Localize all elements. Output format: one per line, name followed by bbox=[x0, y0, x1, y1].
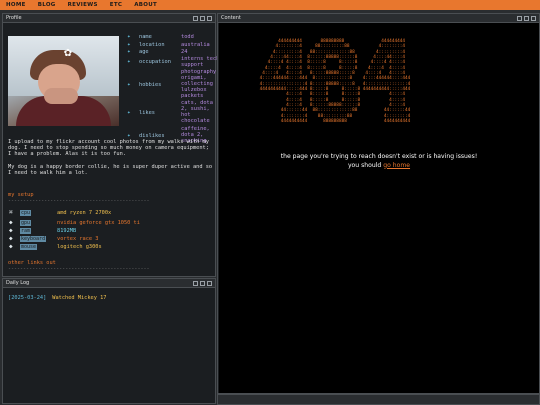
divider: ----------------------------------------… bbox=[8, 199, 150, 204]
maximize-button[interactable] bbox=[200, 280, 205, 286]
close-button[interactable] bbox=[207, 15, 212, 21]
log-date: [2025-03-24] bbox=[8, 295, 47, 301]
field-value-occupation: interns tech support bbox=[181, 56, 220, 68]
content-area: 444444444 888888888 444444444 4::::::::4… bbox=[219, 23, 539, 393]
top-nav: HOME BLOG REVIEWS ETC ABOUT bbox=[0, 0, 540, 10]
content-panel: Content 444444444 888888888 444444444 4:… bbox=[217, 13, 540, 394]
go-home-link[interactable]: go home bbox=[383, 162, 410, 169]
divider: ----------------------------------------… bbox=[8, 267, 150, 272]
maximize-button[interactable] bbox=[524, 15, 529, 21]
bullet-icon: ✦ bbox=[127, 58, 131, 65]
keyboard-icon: ◆ bbox=[9, 235, 13, 242]
ram-icon: ◆ bbox=[9, 227, 13, 234]
error-message: the page you're trying to reach doesn't … bbox=[219, 153, 539, 170]
bullet-icon: ✦ bbox=[127, 33, 131, 40]
error-message-prefix: you should bbox=[347, 161, 382, 169]
field-label-likes: likes bbox=[139, 110, 155, 116]
other-links-heading[interactable]: other links out bbox=[8, 260, 56, 266]
setup-value-mouse: logitech g300s bbox=[57, 244, 102, 250]
field-value-hobbies: photography, origami, collecting lulzebo… bbox=[181, 69, 220, 99]
minimize-button[interactable] bbox=[517, 15, 522, 21]
profile-photo: ✿ bbox=[8, 36, 119, 126]
close-button[interactable] bbox=[207, 280, 212, 286]
daily-log-title: Daily Log bbox=[6, 280, 30, 286]
field-label-occupation: occupation bbox=[139, 59, 171, 65]
gpu-icon: ◆ bbox=[9, 219, 13, 226]
field-value-name: todd bbox=[181, 34, 194, 40]
content-title: Content bbox=[221, 15, 241, 21]
setup-value-keyboard: vortex race 3 bbox=[57, 236, 99, 242]
profile-title: Profile bbox=[6, 15, 22, 21]
daily-log-panel: Daily Log [2025-03-24] Watched Mickey 17 bbox=[2, 278, 216, 404]
minimize-button[interactable] bbox=[193, 15, 198, 21]
field-label-location: location bbox=[139, 42, 165, 48]
bottom-bar bbox=[217, 394, 540, 405]
bio-paragraph: I upload to my flickr account cool photo… bbox=[8, 139, 209, 158]
setup-value-gpu: nvidia geforce gtx 1050 ti bbox=[57, 220, 140, 226]
bullet-icon: ✦ bbox=[127, 48, 131, 55]
nav-home[interactable]: HOME bbox=[6, 2, 26, 8]
nav-reviews[interactable]: REVIEWS bbox=[68, 2, 98, 8]
bullet-icon: ✦ bbox=[127, 109, 131, 116]
mouse-icon: ◆ bbox=[9, 243, 13, 250]
ascii-404-art: 444444444 888888888 444444444 4::::::::4… bbox=[259, 39, 411, 125]
nav-etc[interactable]: ETC bbox=[110, 2, 122, 8]
setup-label-ram: ram bbox=[20, 228, 32, 234]
field-label-name: name bbox=[139, 34, 152, 40]
log-text: Watched Mickey 17 bbox=[52, 295, 107, 301]
setup-label-gpu: gpu bbox=[20, 220, 32, 226]
nav-about[interactable]: ABOUT bbox=[134, 2, 157, 8]
setup-heading: my setup bbox=[8, 192, 34, 198]
field-label-hobbies: hobbies bbox=[139, 82, 162, 88]
error-message-line: the page you're trying to reach doesn't … bbox=[280, 153, 478, 160]
setup-label-mouse: mouse bbox=[20, 244, 38, 250]
profile-panel: Profile ✿ ✦ name todd ✦ location austral… bbox=[2, 13, 219, 277]
setup-label-cpu: cpu bbox=[20, 210, 32, 216]
setup-value-ram: 8192MB bbox=[57, 228, 77, 234]
field-value-age: 24 bbox=[181, 49, 188, 55]
field-value-location: australia bbox=[181, 42, 210, 48]
setup-label-keyboard: keyboard bbox=[20, 236, 47, 242]
bow-icon: ✿ bbox=[64, 45, 72, 60]
nav-blog[interactable]: BLOG bbox=[38, 2, 56, 8]
bio: I upload to my flickr account cool photo… bbox=[8, 139, 213, 182]
log-entry: [2025-03-24] Watched Mickey 17 bbox=[8, 295, 107, 301]
field-label-age: age bbox=[139, 49, 149, 55]
content-titlebar: Content bbox=[218, 14, 539, 23]
profile-titlebar: Profile bbox=[3, 14, 215, 23]
setup-value-cpu: amd ryzen 7 2700x bbox=[57, 210, 112, 216]
minimize-button[interactable] bbox=[193, 280, 198, 286]
maximize-button[interactable] bbox=[200, 15, 205, 21]
close-button[interactable] bbox=[531, 15, 536, 21]
bio-paragraph: My dog is a happy border collie, he is s… bbox=[8, 163, 213, 176]
bullet-icon: ✦ bbox=[127, 81, 131, 88]
cpu-icon: ⌘ bbox=[9, 209, 13, 216]
field-value-likes: cats, dota 2, sushi, hot chocolate bbox=[181, 100, 213, 124]
daily-log-titlebar: Daily Log bbox=[3, 279, 215, 288]
